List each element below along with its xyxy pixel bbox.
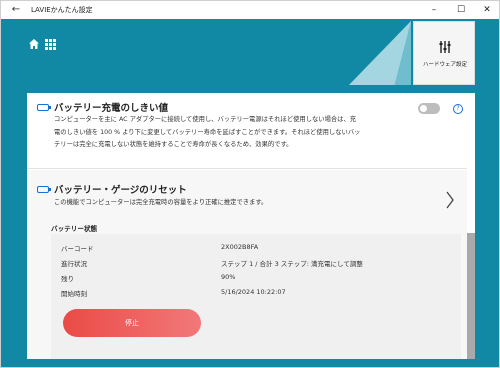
battery-threshold-title: バッテリー充電のしきい値 [54, 103, 169, 114]
app-window: ← LAVIEかんたん設定 – ☐ ✕ ハードウェア設定 バッテリー充電のしきい… [0, 0, 500, 368]
window-title: LAVIEかんたん設定 [31, 6, 93, 14]
gauge-reset-title: バッテリー・ゲージのリセット [54, 185, 187, 196]
barcode-value: 2X002B8FA [221, 243, 259, 251]
hardware-settings-tile[interactable]: ハードウェア設定 [413, 21, 475, 85]
content-panel: バッテリー充電のしきい値 コンピューターを主に AC アダプターに接続して使用し… [27, 93, 475, 359]
sliders-icon [439, 41, 451, 53]
maximize-button[interactable]: ☐ [453, 3, 469, 17]
hardware-settings-label: ハードウェア設定 [422, 62, 467, 68]
home-icon[interactable] [28, 38, 40, 50]
progress-value: ステップ 1 / 合計 3 ステップ: 満充電にして調整 [221, 260, 363, 268]
back-arrow-icon[interactable]: ← [9, 3, 23, 17]
battery-status-box: バーコード 2X002B8FA 進行状況 ステップ 1 / 合計 3 ステップ:… [51, 234, 461, 359]
start-time-value: 5/16/2024 10:22:07 [221, 288, 286, 296]
title-bar: ← LAVIEかんたん設定 – ☐ ✕ [1, 1, 499, 19]
progress-label: 進行状況 [61, 260, 87, 268]
battery-status-title: バッテリー状態 [51, 225, 98, 233]
toggle-knob [420, 105, 427, 112]
barcode-label: バーコード [61, 245, 94, 253]
help-icon[interactable]: ? [453, 104, 463, 114]
start-time-label: 開始時刻 [61, 290, 87, 298]
remaining-value: 90% [221, 273, 236, 281]
battery-threshold-desc-1: コンピューターを主に AC アダプターに接続して使用し、バッテリー電源はそれほど… [54, 116, 357, 123]
battery-threshold-section: バッテリー充電のしきい値 コンピューターを主に AC アダプターに接続して使用し… [27, 93, 467, 169]
scrollbar-thumb[interactable] [467, 233, 475, 359]
minimize-button[interactable]: – [426, 3, 442, 17]
chevron-right-icon[interactable] [445, 190, 455, 210]
battery-threshold-desc-3: テリーは完全に充電しない状態を維持することで寿命が長くなるため、効果的です。 [54, 141, 293, 148]
close-button[interactable]: ✕ [479, 3, 495, 17]
grid-icon[interactable] [45, 39, 56, 50]
gauge-reset-desc: この機能でコンピューターは完全充電時の容量をより正確に推定できます。 [54, 199, 268, 206]
battery-icon [37, 186, 51, 193]
battery-icon [37, 104, 51, 111]
battery-threshold-desc-2: 電のしきい値を 100 % より下に変更してバッテリー寿命を延ばすことができます… [54, 128, 361, 136]
battery-threshold-toggle[interactable] [418, 103, 440, 114]
stop-button[interactable]: 停止 [63, 309, 201, 337]
remaining-label: 残り [61, 275, 74, 283]
